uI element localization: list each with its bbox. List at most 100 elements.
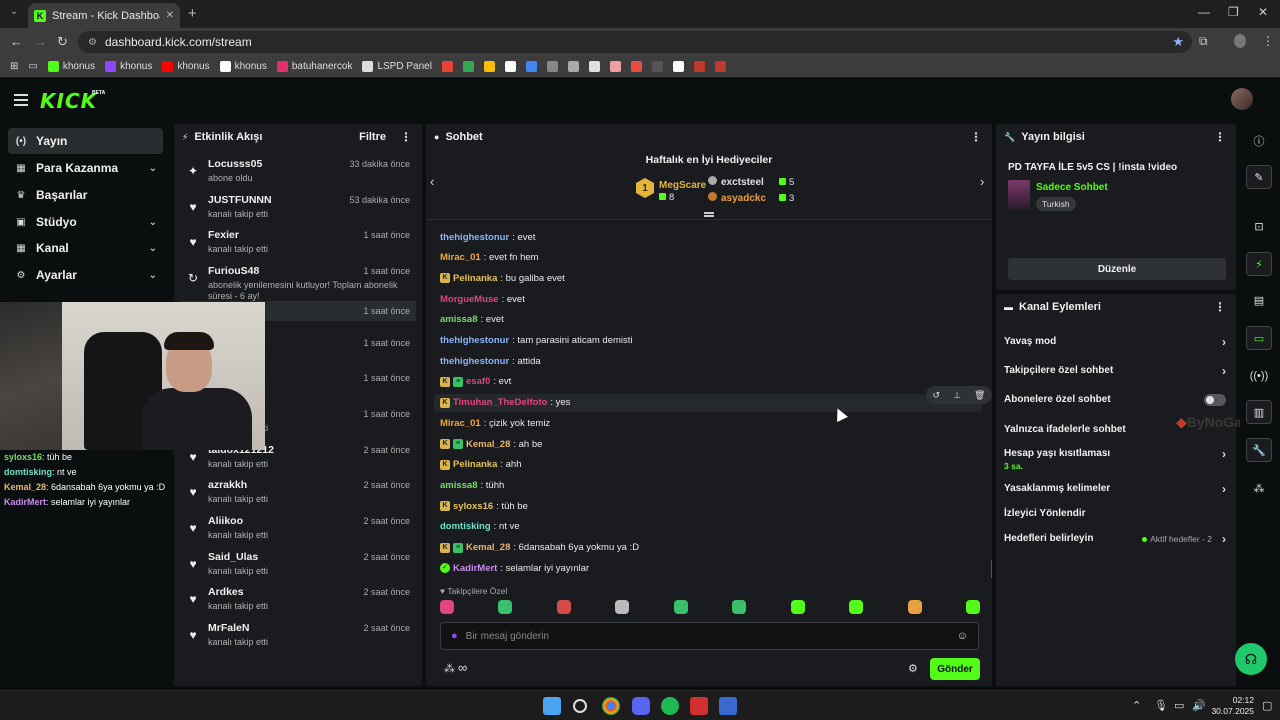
chat-input[interactable]: ● Bir mesaj gönderin ☺ [440, 622, 979, 650]
tab-close-icon[interactable]: ✕ [166, 10, 174, 21]
chat-message[interactable]: MorgueMuse: evet [440, 290, 980, 308]
address-bar[interactable]: ⚙ dashboard.kick.com/stream ★ [78, 31, 1192, 53]
new-tab-icon[interactable]: + [188, 5, 197, 22]
gifter-name[interactable]: exctsteel [708, 176, 764, 188]
app-icon[interactable] [690, 697, 708, 715]
emote-icon[interactable] [673, 600, 688, 614]
chat-message[interactable]: amissa8: tühh [440, 476, 980, 494]
channel-action[interactable]: Hesap yaşı kısıtlaması 3 sa. › [1004, 444, 1230, 471]
chat-username[interactable]: syloxs16 [453, 501, 493, 512]
share-icon[interactable]: ⁂ [1246, 476, 1272, 500]
reply-icon[interactable]: ↺ [933, 390, 941, 401]
bookmark-8[interactable] [588, 61, 600, 72]
feed-item[interactable]: ♥ Fexier kanalı takip etti 1 saat önce [180, 225, 416, 259]
points-icon[interactable]: ⁂ [444, 662, 455, 675]
bookmark-12[interactable] [672, 61, 684, 72]
chat-message[interactable]: K ≡ Kemal_28: ah be [440, 435, 980, 453]
pencil-icon[interactable]: ✎ [1246, 165, 1272, 189]
notes-icon[interactable]: ▤ [1246, 288, 1272, 312]
feed-username[interactable]: azrakkh [208, 479, 247, 491]
sidebar-item-ayarlar[interactable]: ⚙ Ayarlar ⌄ [8, 262, 163, 288]
chat-message[interactable]: domtisking: nt ve [440, 518, 980, 536]
emote-icon[interactable] [790, 600, 805, 614]
emoji-icon[interactable]: ☺ [957, 630, 968, 642]
subscribers-only-toggle[interactable] [1204, 394, 1226, 406]
chat-username[interactable]: Kemal_28 [466, 542, 510, 553]
bookmark-gmail-2[interactable] [462, 61, 474, 72]
delete-icon[interactable]: 🗑 [974, 390, 985, 401]
bookmark-11[interactable] [651, 61, 663, 72]
chat-message[interactable]: ✓ KadirMert: selamlar iyi yayınlar [440, 559, 980, 577]
chat-username[interactable]: Kemal_28 [466, 439, 510, 450]
chat-username[interactable]: Pelinanka [453, 459, 497, 470]
extensions-icon[interactable]: ⧉ [1199, 34, 1208, 49]
profile-icon[interactable] [1234, 34, 1246, 48]
folder-icon[interactable]: ▭ [28, 61, 37, 72]
feed-username[interactable]: Locusss05 [208, 158, 262, 170]
filter-button[interactable]: Filtre [359, 131, 386, 143]
chat-message[interactable]: thehighestonur: tam parasini aticam demi… [440, 332, 980, 350]
channel-action[interactable]: Abonelere özel sohbet [1004, 390, 1230, 412]
chat-message[interactable]: Mirac_01: evet fn hem [440, 249, 980, 267]
chat-username[interactable]: Timuhan_TheDelfoto [453, 397, 547, 408]
channel-action[interactable]: Takipçilere özel sohbet › [1004, 361, 1230, 383]
chat-message[interactable]: K Timuhan_TheDelfoto: yes [434, 393, 982, 412]
feed-item[interactable]: ♥ MrFaleN kanalı takip etti 2 saat önce [180, 618, 416, 652]
spotify-icon[interactable] [661, 697, 679, 715]
feed-username[interactable]: Aliikoo [208, 515, 243, 527]
volume-icon[interactable]: 🔊 [1192, 699, 1206, 712]
gifter-name[interactable]: MegScare [659, 180, 706, 191]
chat-message[interactable]: Ksyloxs16: tüh be [440, 497, 980, 515]
bookmark-instagram[interactable]: batuhanercok [276, 61, 352, 72]
microphone-icon[interactable]: ● [451, 630, 458, 642]
close-window-icon[interactable]: ✕ [1258, 5, 1268, 19]
feed-item[interactable]: ♥ azrakkh kanalı takip etti 2 saat önce [180, 475, 416, 509]
bookmark-4[interactable] [504, 61, 516, 72]
feed-username[interactable]: Ardkes [208, 586, 244, 598]
app-icon[interactable] [719, 697, 737, 715]
kick-logo[interactable]: KICK [40, 89, 97, 113]
emote-icon[interactable] [965, 600, 980, 614]
bookmark-star-icon[interactable]: ★ [1172, 34, 1184, 50]
feed-item[interactable]: ♥ Ardkes kanalı takip etti 2 saat önce [180, 582, 416, 616]
tab-search-icon[interactable]: ⌄ [6, 6, 22, 22]
bookmark-x[interactable]: khonus [219, 61, 267, 72]
broadcast-icon[interactable]: ((•)) [1246, 364, 1272, 388]
channel-action[interactable]: İzleyici Yönlendir [1004, 504, 1230, 526]
maximize-icon[interactable]: ❐ [1228, 5, 1239, 19]
feed-item[interactable]: ♥ Said_Ulas kanalı takip etti 2 saat önce [180, 547, 416, 581]
chat-message[interactable]: amissa8: evet [440, 311, 980, 329]
forward-icon[interactable]: → [34, 34, 47, 49]
chevron-left-icon[interactable]: ‹ [430, 174, 434, 189]
gifter-name[interactable]: asyadckc [708, 192, 766, 204]
kebab-menu-icon[interactable]: ⋮ [970, 130, 982, 144]
emote-icon[interactable] [498, 600, 513, 614]
chevron-right-icon[interactable]: › [980, 174, 984, 189]
kebab-menu-icon[interactable]: ⋮ [1214, 300, 1226, 314]
chat-username[interactable]: MorgueMuse [440, 294, 499, 305]
search-icon[interactable] [573, 699, 587, 713]
emote-icon[interactable] [849, 600, 864, 614]
network-icon[interactable]: ▭ [1174, 699, 1184, 712]
help-button[interactable]: ☊ [1235, 643, 1267, 675]
chat-message[interactable]: K Pelinanka: bu galiba evet [440, 269, 980, 287]
clock[interactable]: 02:12 30.07.2025 [1206, 695, 1254, 717]
chat-message[interactable]: Mirac_01: çizik yok temiz [440, 414, 980, 432]
bookmark-lspd-panel[interactable]: LSPD Panel [362, 61, 432, 72]
feed-username[interactable]: Said_Ulas [208, 551, 258, 563]
chat-username[interactable]: KadirMert [453, 563, 497, 574]
menu-icon[interactable] [14, 94, 28, 109]
chat-username[interactable]: amissa8 [440, 480, 478, 491]
stream-category[interactable]: Sadece Sohbet [1036, 182, 1108, 193]
sidebar-item-kanal[interactable]: ▦ Kanal ⌄ [8, 235, 163, 261]
feed-username[interactable]: Fexier [208, 229, 239, 241]
sidebar-item-studyo[interactable]: ▣ Stüdyo ⌄ [8, 209, 163, 235]
chat-bubble-icon[interactable]: ▭ [1246, 326, 1272, 350]
site-info-icon[interactable]: ⚙ [88, 37, 97, 48]
emote-icon[interactable] [907, 600, 922, 614]
emote-icon[interactable] [556, 600, 571, 614]
chat-username[interactable]: thehighestonur [440, 356, 509, 367]
kebab-menu-icon[interactable]: ⋮ [1214, 130, 1226, 144]
notifications-icon[interactable]: ▢ [1262, 699, 1272, 712]
pin-icon[interactable]: ⊥ [953, 390, 961, 401]
